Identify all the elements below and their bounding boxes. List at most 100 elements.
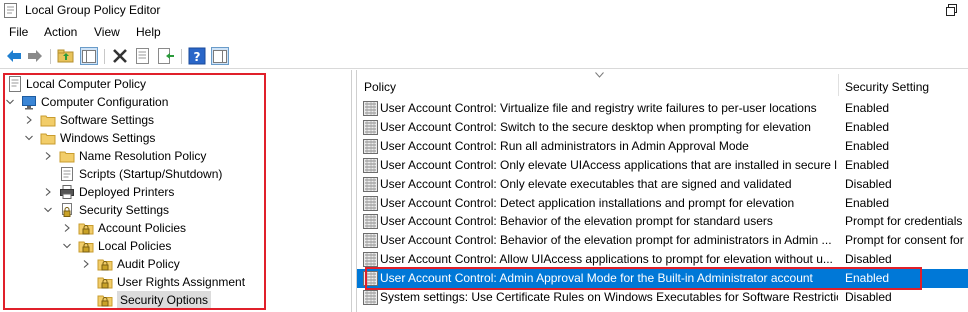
toolbar-separator [104, 49, 105, 64]
tree-item-label: Name Resolution Policy [79, 149, 207, 163]
policy-setting-icon [363, 119, 378, 135]
computer-icon [21, 94, 37, 110]
show-hide-tree-icon[interactable] [80, 47, 98, 65]
locked-folder-icon [78, 220, 94, 236]
tree-item-label: Windows Settings [60, 131, 156, 145]
sort-arrow-icon [595, 72, 604, 78]
security-setting-cell: Prompt for credentials [845, 214, 963, 229]
tree-item-label: Security Options [117, 291, 212, 309]
tree-item-label: Local Computer Policy [26, 77, 147, 91]
list-row[interactable]: System settings: Use Certificate Rules o… [357, 288, 968, 307]
menu-help[interactable]: Help [136, 25, 161, 39]
policy-setting-icon [363, 271, 378, 287]
policy-setting-icon [363, 157, 378, 173]
tree-item-label: Audit Policy [117, 257, 180, 271]
list-row[interactable]: User Account Control: Behavior of the el… [357, 231, 968, 250]
column-header-policy[interactable]: Policy [364, 70, 396, 98]
folder-icon [40, 112, 56, 128]
list-row[interactable]: User Account Control: Only elevate UIAcc… [357, 156, 968, 175]
tree-item-label: Deployed Printers [79, 185, 175, 199]
toolbar-separator [181, 49, 182, 64]
chevron-right-icon[interactable] [62, 219, 72, 237]
list-row[interactable]: User Account Control: Virtualize file an… [357, 99, 968, 118]
tree-item-label: Scripts (Startup/Shutdown) [79, 167, 223, 181]
menu-action[interactable]: Action [44, 25, 77, 39]
list-row[interactable]: User Account Control: Switch to the secu… [357, 118, 968, 137]
chevron-right-icon[interactable] [43, 147, 53, 165]
list-row[interactable]: User Account Control: Detect application… [357, 194, 968, 213]
forward-arrow-icon[interactable] [26, 47, 44, 65]
policy-setting-icon [363, 214, 378, 230]
security-setting-cell: Prompt for consent for [845, 233, 964, 248]
chevron-down-icon[interactable] [24, 129, 34, 147]
security-setting-cell: Enabled [845, 119, 890, 134]
help-icon[interactable]: ? [188, 47, 206, 65]
chevron-right-icon[interactable] [81, 255, 91, 273]
list-row[interactable]: User Account Control: Behavior of the el… [357, 212, 968, 231]
console-tree-pane[interactable]: Local Computer Policy Computer Configurat… [0, 70, 352, 312]
policy-setting-icon [363, 138, 378, 154]
locked-folder-icon [97, 274, 113, 290]
policy-name-cell: User Account Control: Run all administra… [380, 138, 749, 153]
locked-folder-icon [97, 256, 113, 272]
list-row-selected[interactable]: User Account Control: Admin Approval Mod… [357, 269, 968, 289]
chevron-right-icon[interactable] [43, 183, 53, 201]
security-setting-cell: Disabled [845, 176, 892, 191]
locked-folder-icon [78, 238, 94, 254]
policy-setting-icon [363, 233, 378, 249]
tree-item-label: Computer Configuration [41, 95, 169, 109]
policy-setting-icon [363, 101, 378, 116]
security-icon [59, 202, 75, 218]
up-folder-icon[interactable] [57, 47, 75, 65]
menu-view[interactable]: View [94, 25, 120, 39]
menu-file[interactable]: File [9, 25, 28, 39]
policy-name-cell: User Account Control: Detect application… [380, 195, 795, 210]
locked-folder-icon [97, 292, 113, 308]
policy-setting-icon [363, 176, 378, 192]
security-setting-cell: Enabled [845, 101, 890, 115]
policy-name-cell: User Account Control: Virtualize file an… [380, 101, 817, 115]
policy-editor-app-icon [4, 3, 17, 18]
show-hide-action-pane-icon[interactable] [211, 47, 229, 65]
policy-setting-icon [363, 290, 378, 305]
tree-item-label: User Rights Assignment [117, 275, 246, 289]
column-divider[interactable] [838, 74, 839, 96]
security-setting-cell: Enabled [845, 138, 890, 153]
policy-setting-icon [363, 195, 378, 211]
toolbar: ? [0, 43, 968, 69]
tree-item-label: Security Settings [79, 203, 170, 217]
security-setting-cell: Disabled [845, 290, 892, 304]
policy-name-cell: User Account Control: Allow UIAccess app… [380, 252, 833, 267]
policy-list-pane[interactable]: Policy Security Setting User Account Con… [356, 70, 968, 312]
list-row[interactable]: User Account Control: Run all administra… [357, 137, 968, 156]
column-header-security-setting[interactable]: Security Setting [845, 70, 929, 98]
policy-name-cell: User Account Control: Behavior of the el… [380, 233, 832, 248]
chevron-down-icon[interactable] [43, 201, 53, 219]
chevron-down-icon[interactable] [62, 237, 72, 255]
restore-window-icon[interactable] [945, 3, 959, 17]
policy-name-cell: User Account Control: Only elevate UIAcc… [380, 157, 838, 172]
security-setting-cell: Disabled [845, 252, 892, 267]
policy-setting-icon [363, 252, 378, 268]
printer-icon [59, 184, 75, 200]
policy-name-cell: User Account Control: Switch to the secu… [380, 119, 811, 134]
window-title: Local Group Policy Editor [25, 3, 161, 17]
delete-icon[interactable] [111, 47, 129, 65]
toolbar-separator [50, 49, 51, 64]
policy-name-cell: User Account Control: Only elevate execu… [380, 176, 792, 191]
export-list-icon[interactable] [157, 47, 175, 65]
tree-item-label: Software Settings [60, 113, 155, 127]
list-row[interactable]: User Account Control: Allow UIAccess app… [357, 250, 968, 269]
svg-text:?: ? [194, 50, 201, 64]
back-arrow-icon[interactable] [5, 47, 23, 65]
security-setting-cell: Enabled [845, 271, 890, 286]
menu-bar: File Action View Help [0, 22, 968, 42]
security-setting-cell: Enabled [845, 157, 890, 172]
chevron-down-icon[interactable] [5, 93, 15, 111]
policy-name-cell: System settings: Use Certificate Rules o… [380, 290, 838, 304]
properties-icon[interactable] [134, 47, 152, 65]
policy-name-cell: User Account Control: Behavior of the el… [380, 214, 773, 229]
list-row[interactable]: User Account Control: Only elevate execu… [357, 175, 968, 194]
folder-icon [59, 148, 75, 164]
chevron-right-icon[interactable] [24, 111, 34, 129]
